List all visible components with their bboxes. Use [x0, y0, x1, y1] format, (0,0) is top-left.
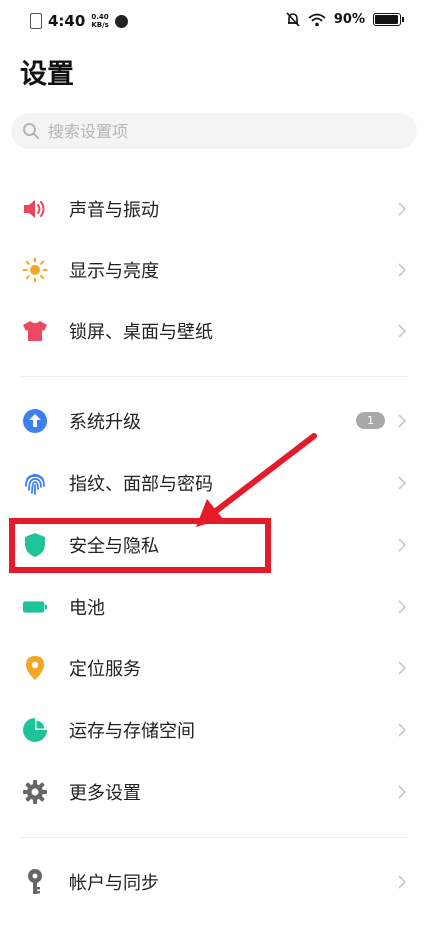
settings-item-label: 锁屏、桌面与壁纸 — [69, 322, 213, 343]
page-title: 设置 — [20, 59, 74, 90]
status-bar: 4:40 0.40 KB/s 90% — [0, 0, 427, 46]
settings-item-label: 声音与振动 — [69, 200, 159, 221]
battery-percent: 90% — [333, 12, 365, 27]
settings-item-fingerprint-face-password[interactable]: 指纹、面部与密码 — [0, 455, 427, 511]
chevron-right-icon — [398, 324, 407, 338]
sim-icon — [30, 13, 42, 29]
settings-item-label: 帐户与同步 — [69, 873, 159, 894]
tshirt-icon — [22, 318, 48, 344]
settings-item-more-settings[interactable]: 更多设置 — [0, 764, 427, 820]
status-bar-left: 4:40 0.40 KB/s — [30, 12, 128, 30]
status-bar-right: 90% — [286, 12, 404, 27]
notification-icon — [114, 14, 128, 28]
network-speed-unit: KB/s — [91, 21, 109, 29]
chevron-right-icon — [398, 202, 407, 216]
chevron-right-icon — [398, 723, 407, 737]
chevron-right-icon — [398, 875, 407, 889]
settings-item-location-services[interactable]: 定位服务 — [0, 640, 427, 696]
chevron-right-icon — [398, 263, 407, 277]
status-time: 4:40 — [48, 12, 86, 30]
chevron-right-icon — [398, 476, 407, 490]
network-speed: 0.40 KB/s — [91, 13, 108, 29]
chevron-right-icon — [398, 538, 407, 552]
search-icon — [23, 123, 39, 139]
update-count-badge: 1 — [356, 412, 385, 429]
settings-item-label: 运存与存储空间 — [69, 721, 195, 742]
settings-item-label: 系统升级 — [69, 412, 141, 433]
settings-item-label: 指纹、面部与密码 — [69, 474, 213, 495]
fingerprint-icon — [22, 470, 48, 496]
gear-icon — [22, 779, 48, 805]
sun-icon — [22, 257, 48, 283]
settings-item-accounts-sync[interactable]: 帐户与同步 — [0, 854, 427, 910]
network-speed-value: 0.40 — [91, 13, 109, 21]
chevron-right-icon — [398, 785, 407, 799]
settings-item-label: 更多设置 — [69, 783, 141, 804]
settings-item-sound-vibration[interactable]: 声音与振动 — [0, 181, 427, 237]
group-divider — [20, 376, 407, 377]
settings-item-system-upgrade[interactable]: 系统升级 1 — [0, 393, 427, 449]
search-input[interactable] — [46, 120, 390, 142]
battery-icon — [22, 594, 48, 620]
chevron-right-icon — [398, 661, 407, 675]
chevron-right-icon — [398, 600, 407, 614]
settings-item-battery[interactable]: 电池 — [0, 579, 427, 635]
settings-item-lockscreen-wallpaper[interactable]: 锁屏、桌面与壁纸 — [0, 303, 427, 359]
settings-item-memory-storage[interactable]: 运存与存储空间 — [0, 702, 427, 758]
upgrade-arrow-icon — [22, 408, 48, 434]
chevron-right-icon — [398, 414, 407, 428]
key-icon — [22, 869, 48, 895]
speaker-icon — [22, 196, 48, 222]
mute-bell-icon — [286, 12, 300, 27]
wifi-icon — [308, 13, 326, 26]
search-bar[interactable] — [11, 113, 417, 149]
location-pin-icon — [22, 655, 48, 681]
settings-item-label: 电池 — [69, 598, 105, 619]
pie-chart-icon — [22, 717, 48, 743]
settings-item-label: 显示与亮度 — [69, 261, 159, 282]
battery-status-icon — [373, 13, 404, 26]
highlight-box-annotation — [9, 518, 271, 573]
settings-item-display-brightness[interactable]: 显示与亮度 — [0, 242, 427, 298]
settings-item-label: 定位服务 — [69, 659, 141, 680]
group-divider — [20, 837, 407, 838]
